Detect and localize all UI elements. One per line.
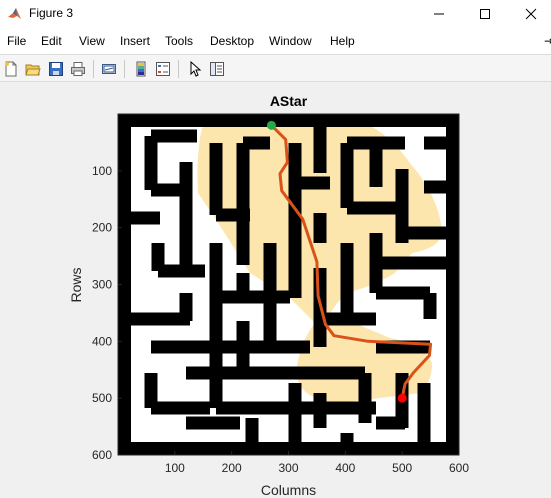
y-tick-label: 100	[92, 164, 112, 178]
property-inspector-button[interactable]	[207, 59, 227, 79]
open-file-button[interactable]	[23, 59, 43, 79]
menu-tools[interactable]: Tools	[165, 34, 193, 48]
y-tick-label: 500	[92, 391, 112, 405]
menu-edit[interactable]: Edit	[41, 34, 62, 48]
close-icon	[525, 8, 537, 20]
insert-colorbar-icon	[136, 61, 146, 77]
menu-bar: File Edit View Insert Tools Desktop Wind…	[0, 28, 551, 54]
minimize-icon	[434, 13, 444, 15]
menu-file[interactable]: File	[7, 34, 26, 48]
menu-desktop[interactable]: Desktop	[210, 34, 254, 48]
open-file-icon	[25, 64, 41, 76]
menu-window[interactable]: Window	[269, 34, 312, 48]
close-button[interactable]	[508, 0, 551, 28]
figure-toolbar	[0, 54, 551, 82]
edit-plot-arrow-icon	[190, 61, 202, 77]
window-titlebar: Figure 3	[0, 0, 551, 28]
toolbar-separator	[124, 60, 125, 78]
x-tick-label: 300	[278, 461, 298, 475]
minimize-button[interactable]	[416, 0, 462, 28]
plot-title: AStar	[270, 93, 308, 109]
edit-plot-button[interactable]	[185, 59, 205, 79]
menu-help[interactable]: Help	[330, 34, 355, 48]
save-button[interactable]	[46, 59, 66, 79]
property-inspector-icon	[210, 62, 224, 76]
insert-legend-icon	[156, 62, 170, 76]
figure-canvas: AStar 100 200 300 400 500 600 100 200 30…	[0, 83, 551, 498]
insert-colorbar-button[interactable]	[131, 59, 151, 79]
matlab-logo-icon	[7, 6, 23, 22]
toolbar-separator	[93, 60, 94, 78]
y-tick-label: 400	[92, 334, 112, 348]
window-title: Figure 3	[29, 6, 74, 20]
save-icon	[49, 62, 63, 76]
print-button[interactable]	[68, 59, 88, 79]
x-tick-label: 400	[335, 461, 355, 475]
new-figure-icon	[5, 61, 17, 77]
menu-view[interactable]: View	[79, 34, 105, 48]
new-figure-button[interactable]	[1, 59, 21, 79]
y-axis-label: Rows	[68, 267, 84, 302]
maximize-button[interactable]	[462, 0, 508, 28]
link-plot-icon	[102, 64, 116, 74]
insert-legend-button[interactable]	[153, 59, 173, 79]
y-tick-label: 600	[92, 448, 112, 462]
toolbar-separator	[178, 60, 179, 78]
x-tick-label: 500	[392, 461, 412, 475]
maze-plot[interactable]: AStar 100 200 300 400 500 60010020030040…	[0, 83, 551, 498]
x-axis-label: Columns	[261, 482, 316, 498]
start-marker	[266, 120, 276, 130]
maximize-icon	[480, 9, 490, 19]
y-tick-label: 300	[92, 278, 112, 292]
x-tick-label: 200	[222, 461, 242, 475]
menu-insert[interactable]: Insert	[120, 34, 150, 48]
goal-marker	[397, 393, 407, 403]
y-tick-label: 200	[92, 221, 112, 235]
x-tick-label: 100	[165, 461, 185, 475]
x-tick-label: 600	[449, 461, 469, 475]
menu-overflow-icon[interactable]: ⇥	[544, 34, 551, 48]
link-plot-button[interactable]	[99, 59, 119, 79]
print-icon	[71, 62, 85, 76]
